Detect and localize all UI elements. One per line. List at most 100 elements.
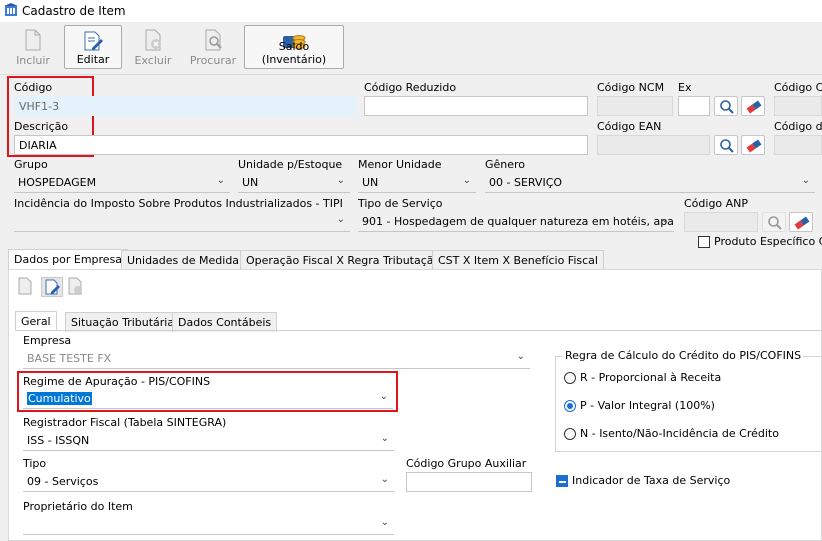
procurar-button[interactable]: Procurar (184, 25, 242, 69)
clear-ean-button[interactable] (741, 135, 765, 155)
regra-r-radio[interactable] (564, 372, 576, 384)
codigo-anp-label: Código ANP (684, 197, 749, 210)
grupo-value: HOSPEDAGEM (18, 176, 97, 189)
codigo-c-field[interactable] (774, 96, 822, 116)
tab-operacao-fiscal[interactable]: Operação Fiscal X Regra Tributação (240, 250, 447, 270)
sub-tabs: Geral Situação Tributária Dados Contábei… (0, 311, 822, 332)
app-icon (4, 3, 18, 16)
excluir-button[interactable]: Excluir (124, 25, 182, 69)
codigo-reduzido-label: Código Reduzido (364, 81, 457, 94)
indicador-taxa-servico-label: Indicador de Taxa de Serviço (572, 474, 731, 487)
tab-label: Operação Fiscal X Regra Tributação (246, 254, 441, 267)
saldo-label: Saldo (Inventário) (261, 40, 327, 66)
empresa-label: Empresa (23, 334, 72, 347)
tipo-select[interactable]: 09 - Serviços ⌄ (23, 472, 394, 492)
magnifier-icon (720, 139, 734, 153)
search-anp-button[interactable] (762, 212, 786, 232)
registrador-fiscal-value: ISS - ISSQN (27, 434, 90, 447)
search-ncm-button[interactable] (714, 96, 738, 116)
new-record-icon[interactable] (17, 277, 35, 297)
tipo-servico-label: Tipo de Serviço (358, 197, 443, 210)
regra-p-label: P - Valor Integral (100%) (580, 399, 715, 412)
eraser-icon (794, 216, 810, 230)
main-tabs: Dados por Empresa Unidades de Medida Ope… (0, 249, 822, 270)
proprietario-label: Proprietário do Item (23, 500, 133, 513)
editar-button[interactable]: Editar (64, 25, 122, 69)
edit-record-button[interactable] (41, 277, 63, 297)
menor-unidade-label: Menor Unidade (358, 158, 442, 171)
codigo-field[interactable]: VHF1-3 (14, 96, 356, 116)
procurar-label: Procurar (189, 54, 237, 67)
unidade-estoque-label: Unidade p/Estoque (238, 158, 343, 171)
produto-especifico-checkbox[interactable] (698, 236, 710, 248)
tipo-servico-select[interactable]: 901 - Hospedagem de qualquer natureza em… (358, 212, 674, 232)
registrador-fiscal-select[interactable]: ISS - ISSQN ⌄ (23, 431, 394, 451)
produto-especifico-label: Produto Específico Co (714, 235, 822, 248)
descricao-field[interactable]: DIARIA (14, 135, 588, 155)
magnifier-icon (720, 100, 734, 114)
chevron-down-icon: ⌄ (380, 517, 389, 528)
genero-select[interactable]: 00 - SERVIÇO ⌄ (485, 173, 815, 193)
empresa-value: BASE TESTE FX (27, 352, 112, 365)
tab-label: CST X Item X Benefício Fiscal (438, 254, 598, 267)
tab-label: Situação Tributária (71, 316, 175, 329)
codigo-d-field[interactable] (774, 135, 822, 155)
tab-label: Dados Contábeis (178, 316, 272, 329)
unidade-estoque-value: UN (242, 176, 259, 189)
edit-icon (84, 31, 103, 51)
codigo-grupo-auxiliar-label: Código Grupo Auxiliar (406, 457, 527, 470)
incluir-label: Incluir (16, 54, 50, 67)
clear-anp-button[interactable] (789, 212, 813, 232)
delete-document-icon (145, 29, 161, 51)
tipo-label: Tipo (23, 457, 47, 470)
grupo-label: Grupo (14, 158, 48, 171)
regime-apuracao-value: Cumulativo (27, 392, 92, 405)
proprietario-select[interactable]: ⌄ (23, 515, 394, 535)
tab-cst-item-beneficio[interactable]: CST X Item X Benefício Fiscal (432, 250, 604, 270)
menor-unidade-value: UN (362, 176, 379, 189)
title-bar: Cadastro de Item (0, 0, 822, 22)
tipo-servico-value: 901 - Hospedagem de qualquer natureza em… (362, 215, 674, 228)
codigo-reduzido-field[interactable] (364, 96, 588, 116)
chevron-down-icon: ⌄ (216, 175, 225, 186)
excluir-label: Excluir (134, 54, 172, 67)
indicador-taxa-servico-checkbox[interactable] (556, 475, 568, 487)
chevron-down-icon: ⌄ (660, 214, 669, 225)
codigo-c-label: Código C (774, 81, 822, 94)
tab-label: Geral (21, 315, 51, 328)
subtab-geral[interactable]: Geral (15, 311, 57, 331)
empresa-select[interactable]: BASE TESTE FX ⌄ (23, 349, 530, 369)
chevron-down-icon: ⌄ (379, 391, 388, 402)
clear-ncm-button[interactable] (741, 96, 765, 116)
regra-r-label: R - Proporcional à Receita (580, 371, 722, 384)
eraser-icon (746, 100, 762, 114)
ex-field[interactable] (678, 96, 710, 116)
regra-n-radio[interactable] (564, 428, 576, 440)
regra-p-radio[interactable] (564, 400, 576, 412)
saldo-inventario-button[interactable]: Saldo (Inventário) (244, 25, 344, 69)
regime-apuracao-select[interactable]: Cumulativo ⌄ (23, 389, 393, 409)
menor-unidade-select[interactable]: UN ⌄ (358, 173, 476, 193)
tipi-select[interactable]: ⌄ (14, 212, 350, 232)
tab-unidades-de-medida[interactable]: Unidades de Medida (121, 250, 246, 270)
subtab-dados-contabeis[interactable]: Dados Contábeis (172, 312, 278, 332)
codigo-ncm-field[interactable] (597, 96, 673, 116)
chevron-down-icon: ⌄ (380, 433, 389, 444)
delete-record-icon[interactable] (67, 277, 85, 297)
subtab-situacao-tributaria[interactable]: Situação Tributária (65, 312, 181, 332)
grupo-select[interactable]: HOSPEDAGEM ⌄ (14, 173, 230, 193)
unidade-estoque-select[interactable]: UN ⌄ (238, 173, 350, 193)
codigo-grupo-auxiliar-field[interactable] (406, 472, 532, 492)
chevron-down-icon: ⌄ (462, 175, 471, 186)
chevron-down-icon: ⌄ (801, 175, 810, 186)
codigo-d-label: Código d (774, 120, 822, 133)
new-document-icon (25, 29, 41, 51)
search-ean-button[interactable] (714, 135, 738, 155)
codigo-ncm-label: Código NCM (597, 81, 665, 94)
codigo-ean-field[interactable] (597, 135, 710, 155)
incluir-button[interactable]: Incluir (4, 25, 62, 69)
regra-n-label: N - Isento/Não-Incidência de Crédito (580, 427, 779, 440)
tab-dados-por-empresa[interactable]: Dados por Empresa (8, 249, 129, 269)
codigo-anp-field[interactable] (684, 212, 758, 232)
ex-label: Ex (678, 81, 692, 94)
